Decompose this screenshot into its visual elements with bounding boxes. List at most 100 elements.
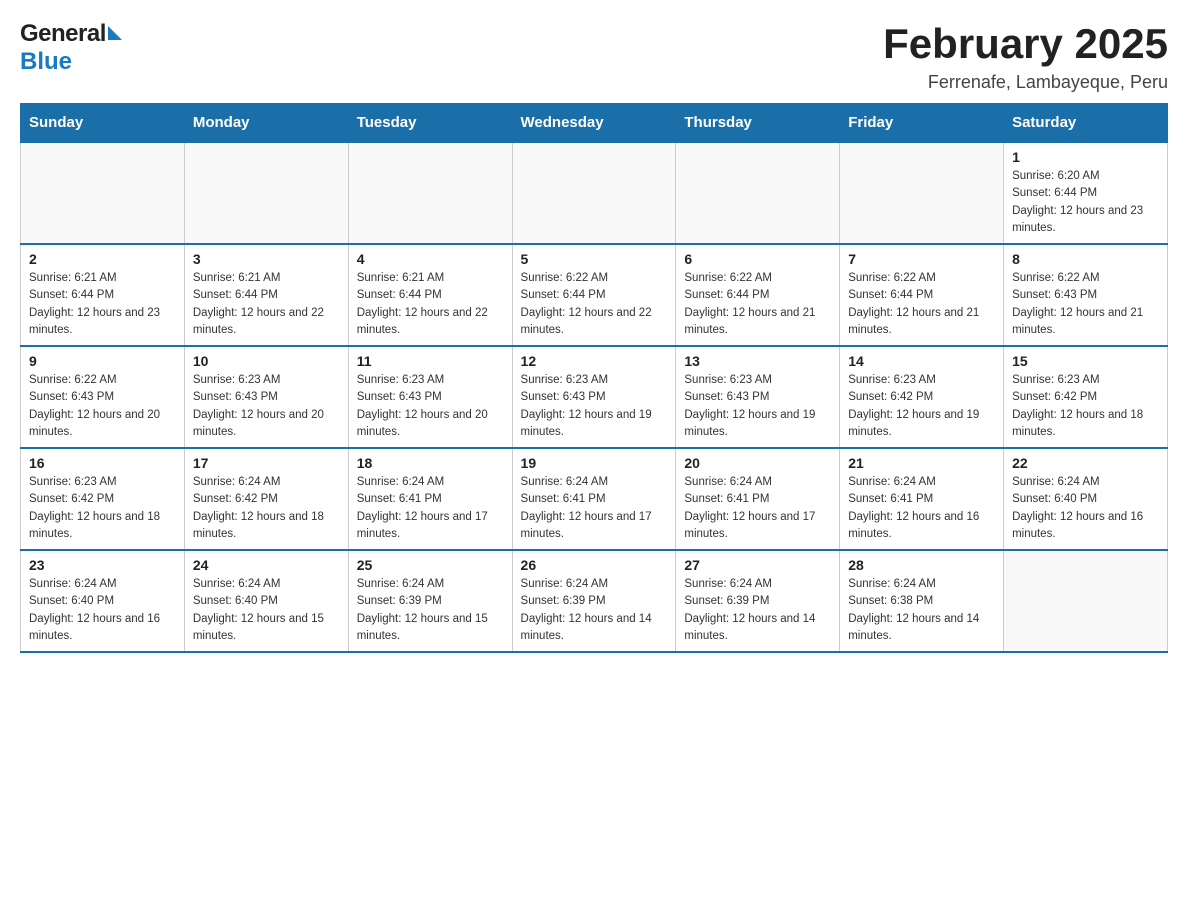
calendar-cell: 26 Sunrise: 6:24 AM Sunset: 6:39 PM Dayli…: [512, 550, 676, 652]
calendar-cell: 12Sunrise: 6:23 AM Sunset: 6:43 PM Dayli…: [512, 346, 676, 448]
day-number: 26: [521, 557, 668, 573]
day-info: Sunrise: 6:23 AM Sunset: 6:43 PM Dayligh…: [193, 372, 340, 441]
day-info: Sunrise: 6:21 AM Sunset: 6:44 PM Dayligh…: [193, 270, 340, 339]
calendar-cell: [840, 142, 1004, 244]
calendar-cell: 15 Sunrise: 6:23 AM Sunset: 6:42 PM Dayli…: [1004, 346, 1168, 448]
day-header-wednesday: Wednesday: [512, 104, 676, 143]
day-info: Sunrise: 6:22 AM Sunset: 6:44 PM Dayligh…: [521, 270, 668, 339]
day-number: 8: [1012, 251, 1159, 267]
day-number: 4: [357, 251, 504, 267]
day-info: Sunrise: 6:23 AM Sunset: 6:43 PM Dayligh…: [521, 372, 668, 441]
day-number: 28: [848, 557, 995, 573]
calendar-body: 1 Sunrise: 6:20 AM Sunset: 6:44 PM Daylig…: [21, 142, 1168, 652]
calendar-cell: 20 Sunrise: 6:24 AM Sunset: 6:41 PM Dayli…: [676, 448, 840, 550]
day-number: 14: [848, 353, 995, 369]
calendar-cell: 13 Sunrise: 6:23 AM Sunset: 6:43 PM Dayli…: [676, 346, 840, 448]
calendar-subtitle: Ferrenafe, Lambayeque, Peru: [883, 72, 1168, 93]
calendar-cell: [348, 142, 512, 244]
week-row-5: 23 Sunrise: 6:24 AM Sunset: 6:40 PM Dayli…: [21, 550, 1168, 652]
day-info: Sunrise: 6:24 AM Sunset: 6:38 PM Dayligh…: [848, 576, 995, 645]
calendar-cell: 11 Sunrise: 6:23 AM Sunset: 6:43 PM Dayli…: [348, 346, 512, 448]
day-number: 16: [29, 455, 176, 471]
day-number: 2: [29, 251, 176, 267]
calendar-cell: 3 Sunrise: 6:21 AM Sunset: 6:44 PM Daylig…: [184, 244, 348, 346]
week-row-3: 9 Sunrise: 6:22 AM Sunset: 6:43 PM Daylig…: [21, 346, 1168, 448]
calendar-cell: 7Sunrise: 6:22 AM Sunset: 6:44 PM Daylig…: [840, 244, 1004, 346]
calendar-cell: 27Sunrise: 6:24 AM Sunset: 6:39 PM Dayli…: [676, 550, 840, 652]
calendar-cell: 9 Sunrise: 6:22 AM Sunset: 6:43 PM Daylig…: [21, 346, 185, 448]
page-header: General Blue February 2025 Ferrenafe, La…: [20, 20, 1168, 93]
title-section: February 2025 Ferrenafe, Lambayeque, Per…: [883, 20, 1168, 93]
day-info: Sunrise: 6:22 AM Sunset: 6:44 PM Dayligh…: [848, 270, 995, 339]
day-header-tuesday: Tuesday: [348, 104, 512, 143]
week-row-2: 2 Sunrise: 6:21 AM Sunset: 6:44 PM Daylig…: [21, 244, 1168, 346]
day-number: 9: [29, 353, 176, 369]
logo-triangle-icon: [108, 26, 122, 40]
day-number: 11: [357, 353, 504, 369]
day-header-friday: Friday: [840, 104, 1004, 143]
day-number: 15: [1012, 353, 1159, 369]
day-header-thursday: Thursday: [676, 104, 840, 143]
day-number: 13: [684, 353, 831, 369]
day-info: Sunrise: 6:24 AM Sunset: 6:41 PM Dayligh…: [684, 474, 831, 543]
calendar-cell: 21Sunrise: 6:24 AM Sunset: 6:41 PM Dayli…: [840, 448, 1004, 550]
day-number: 5: [521, 251, 668, 267]
calendar-cell: [512, 142, 676, 244]
day-number: 1: [1012, 149, 1159, 165]
calendar-cell: 28 Sunrise: 6:24 AM Sunset: 6:38 PM Dayli…: [840, 550, 1004, 652]
day-info: Sunrise: 6:24 AM Sunset: 6:41 PM Dayligh…: [357, 474, 504, 543]
day-info: Sunrise: 6:23 AM Sunset: 6:43 PM Dayligh…: [357, 372, 504, 441]
calendar-cell: 6 Sunrise: 6:22 AM Sunset: 6:44 PM Daylig…: [676, 244, 840, 346]
calendar-title: February 2025: [883, 20, 1168, 68]
calendar-cell: 16 Sunrise: 6:23 AM Sunset: 6:42 PM Dayli…: [21, 448, 185, 550]
day-info: Sunrise: 6:22 AM Sunset: 6:44 PM Dayligh…: [684, 270, 831, 339]
day-number: 22: [1012, 455, 1159, 471]
calendar-cell: 23 Sunrise: 6:24 AM Sunset: 6:40 PM Dayli…: [21, 550, 185, 652]
day-number: 18: [357, 455, 504, 471]
day-number: 23: [29, 557, 176, 573]
calendar-cell: 2 Sunrise: 6:21 AM Sunset: 6:44 PM Daylig…: [21, 244, 185, 346]
day-number: 10: [193, 353, 340, 369]
day-info: Sunrise: 6:21 AM Sunset: 6:44 PM Dayligh…: [357, 270, 504, 339]
day-header-saturday: Saturday: [1004, 104, 1168, 143]
day-info: Sunrise: 6:24 AM Sunset: 6:40 PM Dayligh…: [1012, 474, 1159, 543]
calendar-cell: 24Sunrise: 6:24 AM Sunset: 6:40 PM Dayli…: [184, 550, 348, 652]
day-number: 17: [193, 455, 340, 471]
calendar-table: SundayMondayTuesdayWednesdayThursdayFrid…: [20, 103, 1168, 653]
week-row-4: 16 Sunrise: 6:23 AM Sunset: 6:42 PM Dayli…: [21, 448, 1168, 550]
day-headers-row: SundayMondayTuesdayWednesdayThursdayFrid…: [21, 104, 1168, 143]
calendar-cell: 1 Sunrise: 6:20 AM Sunset: 6:44 PM Daylig…: [1004, 142, 1168, 244]
calendar-cell: [1004, 550, 1168, 652]
calendar-cell: [21, 142, 185, 244]
day-info: Sunrise: 6:24 AM Sunset: 6:41 PM Dayligh…: [521, 474, 668, 543]
logo: General Blue: [20, 20, 122, 76]
day-info: Sunrise: 6:23 AM Sunset: 6:42 PM Dayligh…: [1012, 372, 1159, 441]
day-header-monday: Monday: [184, 104, 348, 143]
day-info: Sunrise: 6:22 AM Sunset: 6:43 PM Dayligh…: [1012, 270, 1159, 339]
calendar-cell: 17Sunrise: 6:24 AM Sunset: 6:42 PM Dayli…: [184, 448, 348, 550]
day-info: Sunrise: 6:24 AM Sunset: 6:41 PM Dayligh…: [848, 474, 995, 543]
day-info: Sunrise: 6:24 AM Sunset: 6:39 PM Dayligh…: [357, 576, 504, 645]
day-info: Sunrise: 6:24 AM Sunset: 6:39 PM Dayligh…: [684, 576, 831, 645]
day-number: 3: [193, 251, 340, 267]
day-info: Sunrise: 6:22 AM Sunset: 6:43 PM Dayligh…: [29, 372, 176, 441]
day-info: Sunrise: 6:21 AM Sunset: 6:44 PM Dayligh…: [29, 270, 176, 339]
day-number: 25: [357, 557, 504, 573]
calendar-header: SundayMondayTuesdayWednesdayThursdayFrid…: [21, 104, 1168, 143]
calendar-cell: 22 Sunrise: 6:24 AM Sunset: 6:40 PM Dayli…: [1004, 448, 1168, 550]
day-info: Sunrise: 6:23 AM Sunset: 6:42 PM Dayligh…: [29, 474, 176, 543]
day-info: Sunrise: 6:20 AM Sunset: 6:44 PM Dayligh…: [1012, 168, 1159, 237]
calendar-cell: 8 Sunrise: 6:22 AM Sunset: 6:43 PM Daylig…: [1004, 244, 1168, 346]
calendar-cell: 14Sunrise: 6:23 AM Sunset: 6:42 PM Dayli…: [840, 346, 1004, 448]
logo-general-text: General: [20, 20, 106, 48]
day-info: Sunrise: 6:24 AM Sunset: 6:39 PM Dayligh…: [521, 576, 668, 645]
calendar-cell: [184, 142, 348, 244]
logo-blue-text: Blue: [20, 48, 122, 76]
day-number: 20: [684, 455, 831, 471]
calendar-cell: 4 Sunrise: 6:21 AM Sunset: 6:44 PM Daylig…: [348, 244, 512, 346]
day-number: 19: [521, 455, 668, 471]
day-info: Sunrise: 6:23 AM Sunset: 6:43 PM Dayligh…: [684, 372, 831, 441]
calendar-cell: 5 Sunrise: 6:22 AM Sunset: 6:44 PM Daylig…: [512, 244, 676, 346]
day-number: 6: [684, 251, 831, 267]
day-info: Sunrise: 6:24 AM Sunset: 6:40 PM Dayligh…: [29, 576, 176, 645]
